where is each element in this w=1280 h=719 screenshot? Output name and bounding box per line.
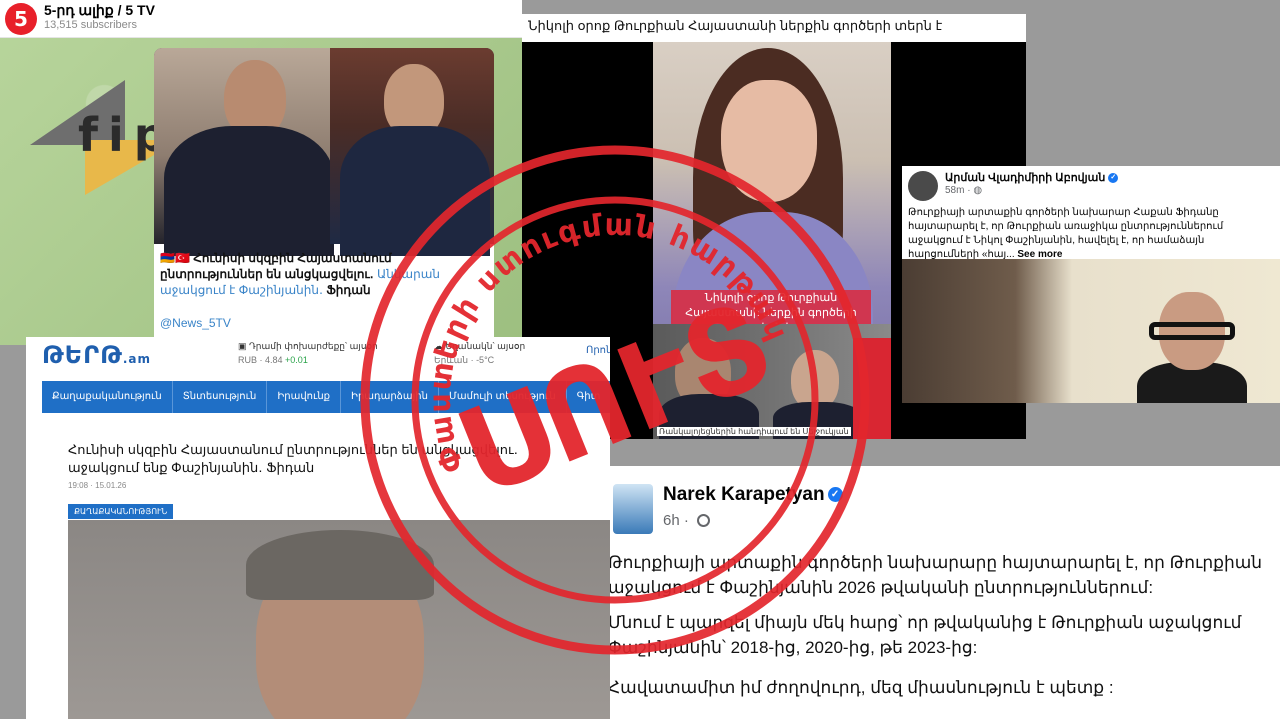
channel-avatar[interactable]: 5 xyxy=(5,3,37,35)
rate-icon: ▣ xyxy=(238,341,247,351)
nav-item-events[interactable]: Իրադարձային xyxy=(341,381,439,413)
post-author[interactable]: Արման Վլադիմիրի Աբովյան ✓ xyxy=(945,171,1119,184)
nav-item-economy[interactable]: Տնտեսություն xyxy=(173,381,268,413)
post-timestamp[interactable]: 6h · xyxy=(663,512,711,529)
inset-caption: Ռանկալոյեցներին հանդիպում են Սելջուկյան xyxy=(657,427,851,436)
verified-badge-icon: ✓ xyxy=(827,487,843,503)
article-headline[interactable]: Հունիսի սկզբին Հայաստանում ընտրություննե… xyxy=(68,441,588,477)
globe-icon: ◍ xyxy=(973,185,983,196)
facebook-post-abovyan: Արման Վլադիմիրի Աբովյան ✓ 58m · ◍ Թուրքիա… xyxy=(902,166,1280,403)
main-nav: Քաղաքականություն Տնտեսություն Իրավունք Ի… xyxy=(42,381,610,413)
message-photo[interactable] xyxy=(154,48,494,256)
tert-am-article: ԹԵՐԹ.am ▣ Դրամի փոխարժեքը՝ այսօր RUB · 4… xyxy=(26,337,610,719)
post-paragraph: Թուրքիայի արտաքին գործերի նախարարը հայտա… xyxy=(610,553,1263,597)
facebook-post-karapetyan: Narek Karapetyan ✓ 6h · Թուրքիայի արտաքին… xyxy=(610,466,1280,719)
weather-label: ☁ Եղանակն՝ այսօր xyxy=(434,341,526,351)
tert-logo[interactable]: ԹԵՐԹ.am xyxy=(42,341,151,369)
channel-header[interactable]: 5 5-րդ ալիք / 5 TV 13,515 subscribers xyxy=(0,0,522,38)
post-paragraph: Հավատամիտ իմ ժողովուրդ, մեզ միասնություն… xyxy=(610,678,1114,697)
channel-name[interactable]: 5-րդ ալիք / 5 TV xyxy=(44,2,155,19)
subscriber-count: 13,515 subscribers xyxy=(44,19,137,31)
category-tag[interactable]: ՔԱՂԱՔԱԿԱՆՈՒԹՅՈՒՆ xyxy=(68,504,174,519)
post-author[interactable]: Narek Karapetyan ✓ xyxy=(663,484,843,506)
video-frame[interactable]: Նիկոլի օրոք Թուրքիան Հայաստանի ներքին գո… xyxy=(653,42,891,439)
weather-icon: ☁ xyxy=(434,341,443,351)
nav-item-law[interactable]: Իրավունք xyxy=(267,381,342,413)
avatar[interactable] xyxy=(908,171,938,201)
man-in-glasses xyxy=(1137,292,1247,403)
telegram-panel: 5 5-րդ ալիք / 5 TV 13,515 subscribers fi… xyxy=(0,0,522,345)
message-caption: 🇦🇲🇹🇷 Հունիսի սկզբին Հայաստանում ընտրությ… xyxy=(160,251,440,297)
nav-item-science[interactable]: Գիտ xyxy=(567,381,610,413)
globe-icon xyxy=(697,514,711,527)
post-timestamp[interactable]: 58m · ◍ xyxy=(945,185,982,196)
channel-handle-link[interactable]: @News_5TV xyxy=(160,316,231,330)
video-title-bar: Նիկոլի օրոք Թուրքիան Հայաստանի ներքին գո… xyxy=(522,14,1026,42)
nav-item-politics[interactable]: Քաղաքականություն xyxy=(42,381,173,413)
exchange-rate-label: ▣ Դրամի փոխարժեքը՝ այսօր xyxy=(238,341,378,351)
search-link[interactable]: Որոն xyxy=(586,345,610,356)
post-text: Թուրքիայի արտաքին գործերի նախարար Հաքան … xyxy=(908,207,1224,260)
flag-armenia-icon: 🇦🇲🇹🇷 xyxy=(160,251,190,265)
verified-badge-icon: ✓ xyxy=(1108,173,1119,184)
video-title: Նիկոլի օրոք Թուրքիան Հայաստանի ներքին գո… xyxy=(528,18,943,33)
exchange-rate-value: RUB · 4.84 +0.01 xyxy=(238,355,308,365)
avatar[interactable] xyxy=(613,484,653,534)
post-paragraph: Մնում է պարզել միայն մեկ հարց՝ որ թվական… xyxy=(610,613,1242,657)
channel-message: 🇦🇲🇹🇷 Հունիսի սկզբին Հայաստանում ընտրությ… xyxy=(154,48,494,345)
article-date: 19:08 · 15.01.26 xyxy=(68,481,127,490)
weather-value: Երևան · -5°C xyxy=(434,355,495,365)
article-photo xyxy=(68,520,610,719)
nav-item-press-review[interactable]: Մամուլի տեսություն xyxy=(439,381,567,413)
turkey-flag xyxy=(853,338,891,439)
